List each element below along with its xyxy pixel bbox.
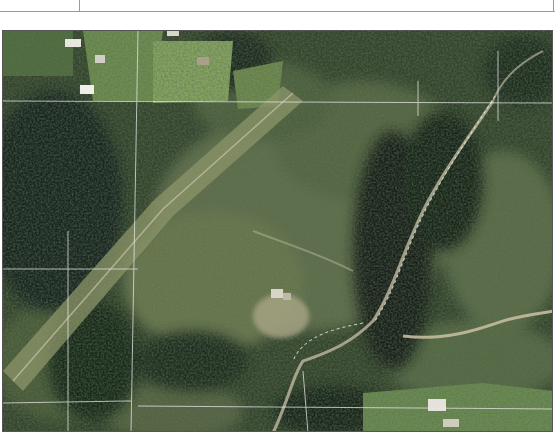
title-bar	[0, 0, 555, 12]
title-bar-caption	[80, 0, 554, 11]
title-bar-left-cell	[0, 0, 80, 11]
highlight-texture	[3, 31, 552, 431]
aerial-map[interactable]	[2, 30, 553, 432]
map-viewer	[0, 0, 555, 432]
aerial-map-image	[3, 31, 552, 431]
